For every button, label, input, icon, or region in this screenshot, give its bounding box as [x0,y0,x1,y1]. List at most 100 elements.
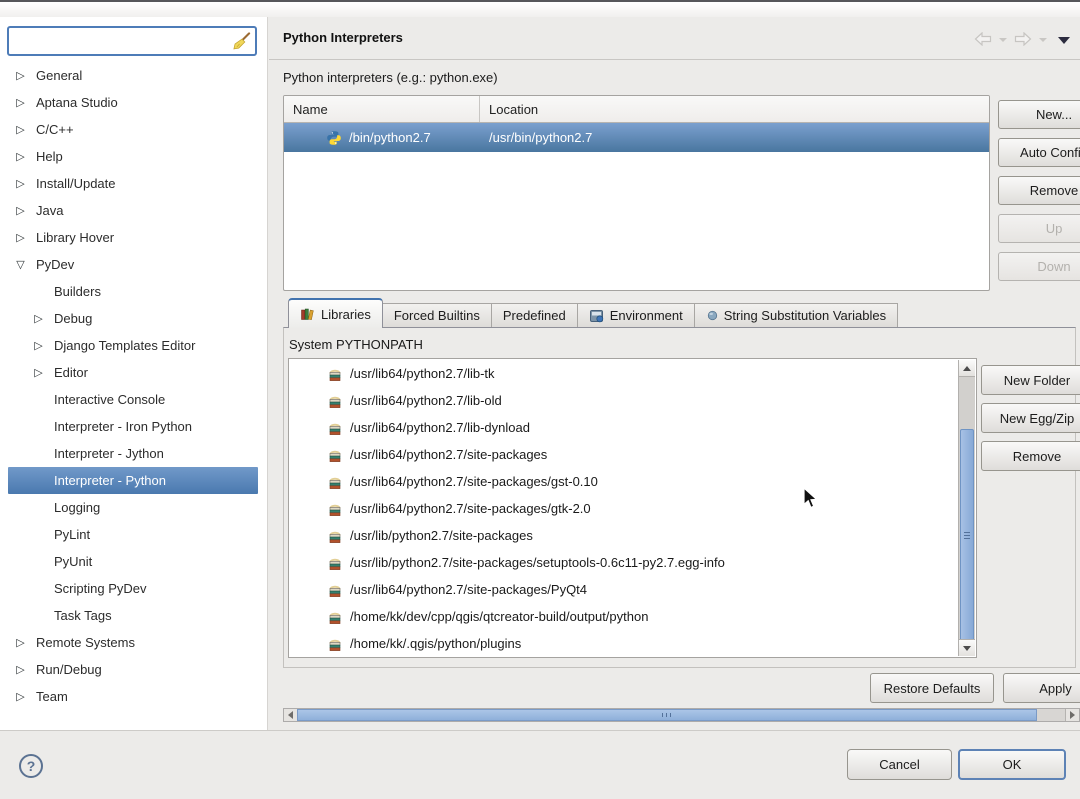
scroll-right-button[interactable] [1065,709,1079,721]
tab-environment[interactable]: Environment [578,303,695,328]
list-item[interactable]: /home/kk/.qgis/python/plugins [289,630,958,656]
expand-arrow-icon[interactable] [14,636,27,649]
expand-arrow-icon[interactable] [14,123,27,136]
filter-search-box[interactable] [7,26,257,56]
tab-string-substitution-variables[interactable]: String Substitution Variables [695,303,898,328]
list-item[interactable]: /usr/lib64/python2.7/site-packages/gtk-2… [289,495,958,522]
sidebar-item-pylint[interactable]: PyLint [8,521,258,548]
pythonpath-list[interactable]: /usr/lib64/python2.7/lib-tk /usr/lib64/p… [288,358,977,658]
scroll-up-button[interactable] [959,360,975,377]
tab-forced-builtins[interactable]: Forced Builtins [383,303,492,328]
sidebar-item-aptana-studio[interactable]: Aptana Studio [8,89,258,116]
sidebar-item-debug[interactable]: Debug [8,305,258,332]
sidebar-item-label: Run/Debug [36,662,102,677]
column-header-name[interactable]: Name [284,96,480,122]
sidebar-item-label: Interactive Console [54,392,165,407]
sidebar-item-label: Django Templates Editor [54,338,195,353]
expand-arrow-icon[interactable] [32,339,45,352]
list-item[interactable]: /usr/lib64/python2.7/site-packages [289,441,958,468]
tab-libraries[interactable]: Libraries [288,298,383,328]
remove-path-button[interactable]: Remove [981,441,1080,471]
expand-arrow-icon[interactable] [14,69,27,82]
scroll-down-button[interactable] [959,639,975,656]
expand-arrow-icon[interactable] [14,204,27,217]
list-item[interactable]: /usr/lib64/python2.7/lib-old [289,387,958,414]
expand-arrow-icon[interactable] [14,96,27,109]
sidebar-item-remote-systems[interactable]: Remote Systems [8,629,258,656]
vertical-scrollbar[interactable] [958,360,975,656]
sidebar-item-builders[interactable]: Builders [8,278,258,305]
apply-button[interactable]: Apply [1003,673,1080,703]
cancel-button[interactable]: Cancel [847,749,952,780]
search-input[interactable] [13,29,232,53]
sidebar-item-task-tags[interactable]: Task Tags [8,602,258,629]
interpreters-table[interactable]: Name Location /bin/python2.7 /usr/bin/py… [283,95,990,291]
remove-interpreter-button[interactable]: Remove [998,176,1080,205]
column-header-location[interactable]: Location [480,96,989,122]
path-text: /home/kk/.qgis/python/plugins [350,636,521,651]
sidebar-item-interpreter-python[interactable]: Interpreter - Python [8,467,258,494]
back-history-chevron-icon[interactable] [999,38,1007,42]
horizontal-scrollbar[interactable] [283,708,1080,722]
down-button[interactable]: Down [998,252,1080,281]
back-arrow-icon[interactable] [974,32,992,46]
library-icon [327,366,343,382]
auto-config-button[interactable]: Auto Config [998,138,1080,167]
sidebar-item-pyunit[interactable]: PyUnit [8,548,258,575]
expand-arrow-icon[interactable] [14,177,27,190]
sidebar-item-java[interactable]: Java [8,197,258,224]
collapse-arrow-icon[interactable] [14,258,27,271]
tab-label: String Substitution Variables [724,308,886,323]
sidebar-item-run-debug[interactable]: Run/Debug [8,656,258,683]
list-item[interactable]: /usr/lib64/python2.7/lib-tk [289,360,958,387]
sidebar-item-django-templates-editor[interactable]: Django Templates Editor [8,332,258,359]
sidebar-item-install-update[interactable]: Install/Update [8,170,258,197]
expand-arrow-icon[interactable] [32,366,45,379]
sidebar-item-label: Java [36,203,63,218]
tab-predefined[interactable]: Predefined [492,303,578,328]
sidebar-item-general[interactable]: General [8,62,258,89]
sidebar-item-c-cpp[interactable]: C/C++ [8,116,258,143]
sidebar-item-interactive-console[interactable]: Interactive Console [8,386,258,413]
restore-defaults-button[interactable]: Restore Defaults [870,673,994,703]
forward-arrow-icon[interactable] [1014,32,1032,46]
up-button[interactable]: Up [998,214,1080,243]
sidebar-item-scripting-pydev[interactable]: Scripting PyDev [8,575,258,602]
new-egg-zip-button[interactable]: New Egg/Zip [981,403,1080,433]
expand-arrow-icon[interactable] [14,231,27,244]
list-item[interactable]: /usr/lib64/python2.7/lib-dynload [289,414,958,441]
system-pythonpath-label: System PYTHONPATH [289,337,423,352]
new-folder-button[interactable]: New Folder [981,365,1080,395]
scrollbar-thumb[interactable] [960,429,974,643]
expand-arrow-icon[interactable] [14,690,27,703]
list-item[interactable]: /home/kk/dev/cpp/qgis/qtcreator-build/ou… [289,603,958,630]
sidebar-item-logging[interactable]: Logging [8,494,258,521]
triangle-up-icon [963,366,971,371]
sidebar-item-pydev[interactable]: PyDev [8,251,258,278]
clear-filter-broom-icon[interactable] [232,32,251,51]
ok-button[interactable]: OK [958,749,1066,780]
forward-history-chevron-icon[interactable] [1039,38,1047,42]
list-item[interactable]: /usr/lib/python2.7/site-packages/setupto… [289,549,958,576]
expand-arrow-icon[interactable] [14,150,27,163]
preferences-sidebar: General Aptana Studio C/C++ Help Install… [0,17,268,730]
list-item[interactable]: /usr/lib64/python2.7/site-packages/gst-0… [289,468,958,495]
sidebar-item-editor[interactable]: Editor [8,359,258,386]
view-menu-icon[interactable] [1058,37,1070,44]
new-interpreter-button[interactable]: New... [998,100,1080,129]
sidebar-item-help[interactable]: Help [8,143,258,170]
interpreter-location: /usr/bin/python2.7 [480,130,989,145]
thumb-grip [964,532,970,540]
expand-arrow-icon[interactable] [32,312,45,325]
sidebar-item-interpreter-jython[interactable]: Interpreter - Jython [8,440,258,467]
expand-arrow-icon[interactable] [14,663,27,676]
table-row[interactable]: /bin/python2.7 /usr/bin/python2.7 [284,123,989,152]
scroll-left-button[interactable] [284,709,298,721]
list-item[interactable]: /usr/lib/python2.7/site-packages [289,522,958,549]
sidebar-item-library-hover[interactable]: Library Hover [8,224,258,251]
help-button[interactable]: ? [19,754,43,778]
list-item[interactable]: /usr/lib64/python2.7/site-packages/PyQt4 [289,576,958,603]
sidebar-item-interpreter-iron-python[interactable]: Interpreter - Iron Python [8,413,258,440]
scrollbar-thumb[interactable] [297,709,1037,721]
sidebar-item-team[interactable]: Team [8,683,258,710]
